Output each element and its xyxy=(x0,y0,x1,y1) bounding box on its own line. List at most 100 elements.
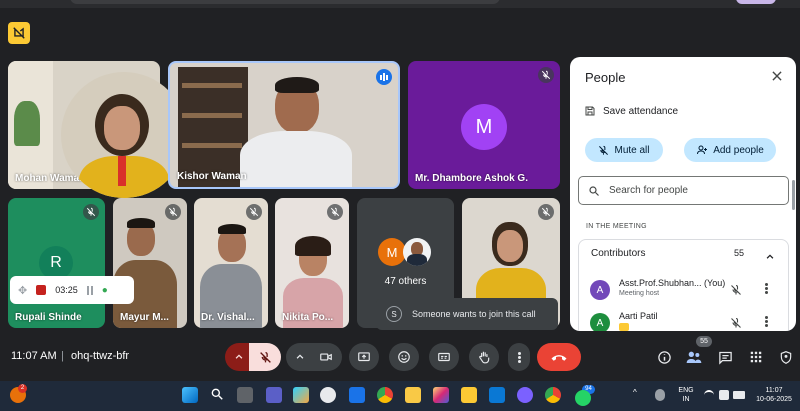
contributors-label[interactable]: Contributors xyxy=(591,248,645,259)
wifi-icon[interactable] xyxy=(704,390,714,400)
leave-call-button[interactable] xyxy=(537,343,581,371)
participant-tile-dhambore[interactable]: M Mr. Dhambore Ashok G. xyxy=(408,61,560,189)
more-options-icon[interactable] xyxy=(765,316,768,327)
raise-hand-button[interactable] xyxy=(469,343,499,371)
volume-icon[interactable] xyxy=(719,390,729,400)
participant-avatar-photo xyxy=(403,238,431,266)
camera-toggle-button[interactable] xyxy=(310,343,342,371)
mic-icon[interactable]: ● xyxy=(102,285,108,296)
app-icon-2[interactable] xyxy=(517,387,533,403)
more-options-icon[interactable] xyxy=(765,283,768,294)
people-panel: People Save attendance Mute all Add peop… xyxy=(570,57,796,331)
search-icon[interactable] xyxy=(210,387,226,403)
participant-tile-kishor[interactable]: Kishor Waman xyxy=(168,61,400,189)
meeting-info-icon[interactable] xyxy=(654,347,674,367)
copilot-icon[interactable] xyxy=(293,387,309,403)
chevron-up-icon[interactable] xyxy=(765,249,775,267)
participant-row[interactable]: A Asst.Prof.Shubhan... (You) Meeting hos… xyxy=(590,278,780,302)
clock-time[interactable]: 11:07 xyxy=(752,387,796,395)
store-icon[interactable] xyxy=(349,387,365,403)
mic-off-icon[interactable] xyxy=(730,316,742,331)
mic-off-icon xyxy=(538,67,554,83)
captions-icon xyxy=(438,352,450,362)
add-people-button[interactable]: Add people xyxy=(684,138,776,162)
meeting-time: 11:07 AM xyxy=(11,350,57,362)
close-icon[interactable] xyxy=(770,69,786,85)
mic-off-icon xyxy=(599,145,609,155)
join-request-toast[interactable]: S Someone wants to join this call xyxy=(376,298,558,330)
participant-tile-mayur[interactable]: Mayur M... xyxy=(113,198,187,328)
camera-off-icon[interactable] xyxy=(8,22,30,44)
chevron-up-icon[interactable]: ^ xyxy=(633,389,637,397)
drag-handle-icon[interactable]: ✥ xyxy=(18,284,27,297)
join-request-text: Someone wants to join this call xyxy=(412,309,536,319)
participant-row[interactable]: A Aarti Patil xyxy=(590,311,780,331)
app-icon[interactable] xyxy=(320,387,336,403)
participant-tile-rupali[interactable]: R Rupali Shinde xyxy=(8,198,105,328)
instagram-icon[interactable] xyxy=(433,387,449,403)
region-indicator: IN xyxy=(682,396,690,403)
battery-icon[interactable] xyxy=(733,391,745,399)
host-controls-icon[interactable] xyxy=(776,347,796,367)
task-view-icon[interactable] xyxy=(237,387,253,403)
vscode-icon[interactable] xyxy=(489,387,505,403)
divider: | xyxy=(61,350,64,362)
recording-widget[interactable]: ✥ 03:25 ● xyxy=(10,276,134,304)
present-icon xyxy=(358,352,370,362)
record-stop-icon[interactable] xyxy=(36,285,47,295)
people-icon[interactable] xyxy=(684,347,704,367)
mic-off-icon[interactable] xyxy=(730,283,742,301)
requester-avatar: S xyxy=(386,306,402,322)
save-icon xyxy=(585,106,595,116)
mute-all-button[interactable]: Mute all xyxy=(585,138,663,162)
notes-icon[interactable] xyxy=(461,387,477,403)
activities-icon[interactable] xyxy=(746,347,766,367)
participant-name: Dr. Vishal... xyxy=(201,312,255,323)
whatsapp-icon[interactable] xyxy=(575,390,591,406)
section-label: IN THE MEETING xyxy=(586,223,647,230)
browser-profile-button[interactable] xyxy=(736,0,776,4)
camera-icon xyxy=(320,353,332,361)
captions-button[interactable] xyxy=(429,343,459,371)
browser-address-bar[interactable] xyxy=(70,0,500,4)
chat-icon[interactable] xyxy=(715,347,735,367)
add-people-label: Add people xyxy=(713,144,764,156)
participant-avatar: M xyxy=(461,104,507,150)
language-indicator[interactable]: ENG xyxy=(674,387,698,395)
mic-off-icon xyxy=(246,204,262,220)
chrome-icon[interactable] xyxy=(377,387,393,403)
save-attendance-button[interactable]: Save attendance xyxy=(584,105,678,117)
hand-icon xyxy=(479,351,490,364)
present-screen-button[interactable] xyxy=(349,343,379,371)
mic-toggle-button[interactable] xyxy=(249,343,281,371)
teams-icon[interactable] xyxy=(266,387,282,403)
more-options-button[interactable] xyxy=(508,343,530,371)
contributors-count: 55 xyxy=(734,248,745,258)
search-input[interactable]: Search for people xyxy=(578,176,789,205)
file-explorer-icon[interactable] xyxy=(405,387,421,403)
speaking-indicator-icon xyxy=(376,69,392,85)
mic-off-icon xyxy=(327,204,343,220)
hand-badge-icon xyxy=(619,323,629,331)
search-placeholder: Search for people xyxy=(609,185,688,196)
emoji-icon xyxy=(398,351,410,363)
chrome-profile-icon[interactable] xyxy=(545,387,561,403)
save-attendance-label: Save attendance xyxy=(603,105,679,117)
reactions-button[interactable] xyxy=(389,343,419,371)
participant-name: Rupali Shinde xyxy=(15,312,82,323)
others-count-label: 47 others xyxy=(384,276,427,287)
pause-icon[interactable] xyxy=(86,285,93,295)
recording-timer: 03:25 xyxy=(55,285,78,295)
panel-scrollbar[interactable] xyxy=(792,180,795,210)
start-icon[interactable] xyxy=(182,387,198,403)
participant-avatar: R xyxy=(39,246,73,280)
mic-off-icon xyxy=(83,204,99,220)
mic-tray-icon[interactable] xyxy=(655,389,665,401)
mic-off-icon xyxy=(165,204,181,220)
clock-date[interactable]: 10-06-2025 xyxy=(752,396,796,404)
meeting-code: ohq-ttwz-bfr xyxy=(71,350,130,362)
participant-tile-vishal[interactable]: Dr. Vishal... xyxy=(194,198,268,328)
participant-tile-nikita[interactable]: Nikita Po... xyxy=(275,198,349,328)
add-person-icon xyxy=(697,145,708,155)
participant-row-role: Meeting host xyxy=(619,290,660,297)
